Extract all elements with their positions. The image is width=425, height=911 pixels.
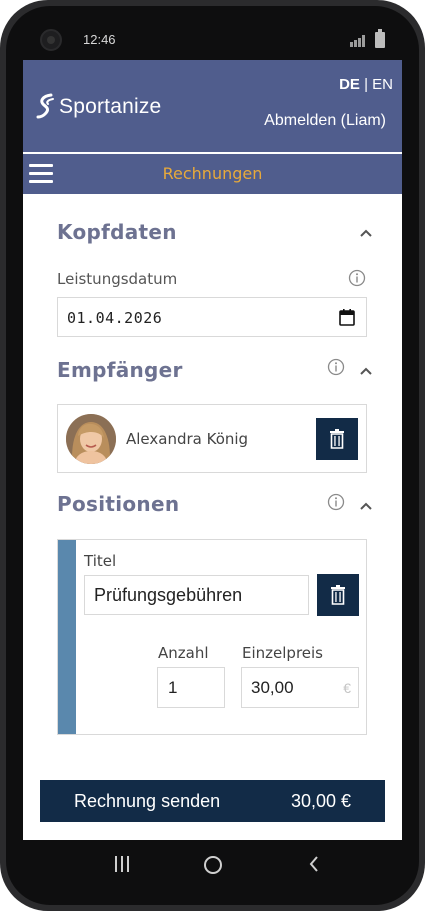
calendar-icon[interactable]: [339, 308, 355, 326]
recents-icon[interactable]: [115, 856, 129, 872]
chevron-up-icon[interactable]: [359, 228, 373, 238]
brand-name: Sportanize: [59, 95, 162, 118]
back-icon[interactable]: [307, 855, 321, 873]
nav-bar: Rechnungen: [23, 154, 402, 194]
quantity-label: Anzahl: [158, 644, 209, 662]
unit-price-value: 30,00: [251, 678, 294, 697]
recipient-card: Alexandra König: [57, 404, 367, 473]
position-title-input[interactable]: Prüfungsgebühren: [84, 575, 309, 615]
date-value: 01.04.2026: [67, 309, 163, 327]
brand-logo[interactable]: Sportanize: [35, 92, 161, 122]
front-camera: [40, 29, 62, 51]
section-title-positionen: Positionen: [57, 492, 180, 516]
quantity-input[interactable]: 1: [157, 667, 225, 708]
currency-suffix: €: [343, 680, 351, 696]
recipient-name: Alexandra König: [126, 430, 249, 448]
position-drag-handle[interactable]: [58, 540, 76, 734]
lang-de-link[interactable]: DE: [339, 76, 360, 93]
position-title-value: Prüfungsgebühren: [94, 585, 243, 605]
logout-link[interactable]: Abmelden (Liam): [264, 112, 386, 130]
signal-icon: [350, 35, 368, 47]
unit-price-label: Einzelpreis: [242, 644, 323, 662]
send-invoice-button[interactable]: Rechnung senden 30,00 €: [40, 780, 385, 822]
info-icon[interactable]: [327, 358, 345, 376]
invoice-total: 30,00 €: [290, 791, 351, 811]
avatar: [66, 414, 116, 464]
trash-icon: [331, 585, 345, 605]
date-label: Leistungsdatum: [57, 270, 178, 288]
remove-recipient-button[interactable]: [316, 418, 358, 460]
info-icon[interactable]: [327, 493, 345, 511]
service-date-input[interactable]: 01.04.2026: [57, 297, 367, 337]
chevron-up-icon[interactable]: [359, 366, 373, 376]
section-title-empfaenger: Empfänger: [57, 358, 183, 382]
battery-icon: [375, 29, 385, 48]
position-item-card: Titel Prüfungsgebühren Anzahl 1 Einzelpr…: [57, 539, 367, 735]
lang-en-link[interactable]: EN: [372, 76, 393, 93]
send-invoice-label: Rechnung senden: [74, 791, 221, 811]
lang-separator: |: [359, 76, 373, 93]
chevron-up-icon[interactable]: [359, 501, 373, 511]
app-header: Sportanize DE | EN Abmelden (Liam): [23, 60, 402, 152]
section-title-kopfdaten: Kopfdaten: [57, 220, 177, 244]
quantity-value: 1: [168, 678, 178, 697]
home-icon[interactable]: [204, 856, 222, 874]
system-nav-bar: [23, 840, 402, 888]
logo-icon: [36, 93, 54, 119]
remove-position-button[interactable]: [317, 574, 359, 616]
info-icon[interactable]: [348, 269, 366, 287]
unit-price-input[interactable]: 30,00 €: [241, 667, 359, 708]
app-screen: Sportanize DE | EN Abmelden (Liam) Rechn…: [23, 60, 402, 840]
language-switch: DE | EN: [339, 76, 393, 93]
position-title-label: Titel: [84, 552, 117, 570]
trash-icon: [330, 429, 344, 449]
status-time: 12:46: [83, 32, 116, 47]
page-title: Rechnungen: [162, 164, 263, 183]
status-bar: 12:46: [23, 20, 402, 60]
